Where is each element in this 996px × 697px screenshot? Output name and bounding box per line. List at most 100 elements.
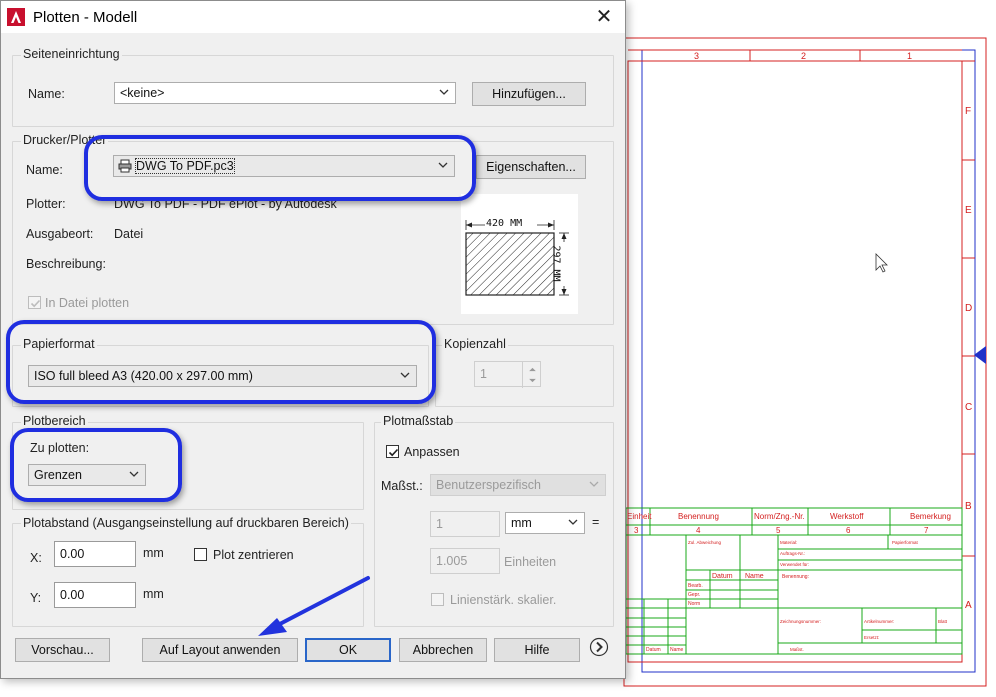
tb-label-ersetzt: Ersetzt: bbox=[864, 635, 879, 640]
what-to-plot-combo[interactable]: Grenzen bbox=[28, 464, 146, 486]
autocad-icon bbox=[7, 8, 25, 26]
add-page-setup-button[interactable]: Hinzufügen... bbox=[472, 82, 586, 106]
copies-input[interactable]: 1 bbox=[474, 361, 541, 388]
scale-equals: = bbox=[592, 515, 600, 529]
fit-to-paper-label: Anpassen bbox=[404, 445, 460, 459]
plot-offset-group bbox=[12, 523, 364, 627]
tb-label-zul-abw: Zul. Abweichung bbox=[688, 540, 722, 545]
offset-y-label: Y: bbox=[30, 591, 42, 605]
scale-unit2: Einheiten bbox=[504, 555, 557, 569]
location-label: Ausgabeort: bbox=[26, 227, 94, 241]
tb-number-5: 5 bbox=[776, 526, 781, 535]
zone-side-A: A bbox=[965, 600, 972, 611]
tb-number-7: 7 bbox=[924, 526, 929, 535]
printer-name-value: DWG To PDF.pc3 bbox=[135, 158, 235, 174]
tb-label-norm: Norm bbox=[688, 601, 700, 607]
page-setup-name-combo[interactable]: <keine> bbox=[114, 82, 456, 104]
scale-value1-input[interactable]: 1 bbox=[430, 511, 500, 537]
copies-value: 1 bbox=[480, 367, 487, 381]
spin-up-icon bbox=[529, 367, 536, 372]
scale-label: Maßst.: bbox=[381, 479, 423, 493]
tb-header-einheit: Einheit bbox=[627, 512, 652, 521]
tb-header-werkstoff: Werkstoff bbox=[830, 512, 864, 521]
close-icon[interactable]: ✕ bbox=[585, 3, 623, 31]
tb-number-4: 4 bbox=[696, 526, 701, 535]
plotter-label: Plotter: bbox=[26, 197, 66, 211]
fit-to-paper-checkbox[interactable] bbox=[386, 445, 399, 458]
center-plot-label: Plot zentrieren bbox=[213, 548, 294, 562]
what-to-plot-label: Zu plotten: bbox=[30, 441, 90, 455]
page-setup-name-value: <keine> bbox=[120, 86, 165, 100]
zone-side-D: D bbox=[965, 303, 972, 314]
chevron-down-icon bbox=[589, 481, 599, 487]
copies-legend: Kopienzahl bbox=[442, 337, 508, 351]
tb-label-auftrags-nr: Auftrags-Nr.: bbox=[780, 551, 805, 556]
centering-marker-icon bbox=[974, 346, 986, 364]
expand-options-icon[interactable] bbox=[589, 637, 609, 657]
zone-side-B: B bbox=[965, 501, 972, 512]
printer-legend: Drucker/Plotter bbox=[21, 133, 109, 147]
printer-icon bbox=[118, 159, 132, 173]
offset-x-unit: mm bbox=[143, 546, 164, 560]
printer-properties-button[interactable]: Eigenschaften... bbox=[476, 155, 586, 179]
plot-dialog: Plotten - Modell ✕ Seiteneinrichtung Nam… bbox=[0, 0, 626, 679]
plot-scale-legend: Plotmaßstab bbox=[381, 414, 456, 428]
ok-button[interactable]: OK bbox=[305, 638, 391, 662]
scale-value: Benutzerspezifisch bbox=[436, 478, 541, 492]
tb-label-datum-bottom: Datum bbox=[646, 647, 661, 653]
offset-y-unit: mm bbox=[143, 587, 164, 601]
offset-x-label: X: bbox=[30, 551, 42, 565]
tb-label-artikelnummer: Artikelnummer: bbox=[864, 619, 894, 624]
plotter-value: DWG To PDF - PDF ePlot - by Autodesk bbox=[114, 197, 337, 211]
scale-value1: 1 bbox=[436, 517, 443, 531]
scale-value2-input[interactable]: 1.005 bbox=[430, 548, 500, 574]
zone-side-E: E bbox=[965, 205, 972, 216]
tb-number-6: 6 bbox=[846, 526, 851, 535]
tb-header-norm: Norm/Zng.-Nr. bbox=[754, 512, 805, 521]
tb-label-name: Name bbox=[745, 573, 764, 580]
scale-unit-combo[interactable]: mm bbox=[505, 512, 585, 534]
center-plot-checkbox[interactable] bbox=[194, 548, 207, 561]
window-title: Plotten - Modell bbox=[33, 9, 138, 26]
title-bar[interactable]: Plotten - Modell ✕ bbox=[1, 1, 625, 33]
zone-top-3: 3 bbox=[694, 51, 699, 61]
offset-y-value: 0.00 bbox=[60, 588, 85, 602]
offset-y-input[interactable]: 0.00 bbox=[54, 582, 136, 608]
page-setup-legend: Seiteneinrichtung bbox=[21, 47, 122, 61]
tb-label-zeichnungsnummer: Zeichnungsnummer: bbox=[780, 619, 821, 624]
scale-combo[interactable]: Benutzerspezifisch bbox=[430, 474, 606, 496]
paper-size-combo[interactable]: ISO full bleed A3 (420.00 x 297.00 mm) bbox=[28, 365, 417, 387]
scale-lineweights-label: Linienstärk. skalier. bbox=[450, 593, 557, 607]
printer-name-label: Name: bbox=[26, 163, 63, 177]
what-to-plot-value: Grenzen bbox=[34, 468, 82, 482]
help-button[interactable]: Hilfe bbox=[494, 638, 580, 662]
preview-button[interactable]: Vorschau... bbox=[15, 638, 110, 662]
copies-spinner[interactable] bbox=[522, 362, 541, 388]
apply-to-layout-button[interactable]: Auf Layout anwenden bbox=[142, 638, 298, 662]
offset-x-input[interactable]: 0.00 bbox=[54, 541, 136, 567]
tb-label-masst: Maßst. bbox=[790, 647, 804, 652]
chevron-down-icon bbox=[400, 372, 410, 378]
page-setup-name-label: Name: bbox=[28, 87, 65, 101]
tb-label-verwendet: Verwendet für: bbox=[780, 562, 809, 567]
paper-size-value: ISO full bleed A3 (420.00 x 297.00 mm) bbox=[34, 369, 253, 383]
paper-size-legend: Papierformat bbox=[21, 337, 97, 351]
chevron-down-icon bbox=[438, 162, 448, 168]
checkmark-icon bbox=[388, 448, 399, 457]
scale-lineweights-checkbox[interactable] bbox=[431, 593, 444, 606]
scale-unit-value: mm bbox=[511, 516, 532, 530]
plot-to-file-checkbox[interactable] bbox=[28, 296, 41, 309]
tb-label-datum: Datum bbox=[712, 573, 733, 580]
zone-side-F: F bbox=[965, 106, 971, 117]
tb-header-bemerkung: Bemerkung bbox=[910, 512, 951, 521]
spin-down-icon bbox=[529, 378, 536, 383]
printer-name-combo[interactable]: DWG To PDF.pc3 bbox=[113, 155, 455, 177]
tb-label-gepr: Gepr. bbox=[688, 592, 700, 598]
tb-label-blatt: Blatt bbox=[938, 619, 948, 624]
preview-width-label: 420 MM bbox=[486, 218, 523, 229]
tb-label-papierformat: Papierformat bbox=[892, 540, 919, 545]
chevron-down-icon bbox=[129, 471, 139, 477]
mouse-cursor-icon bbox=[875, 253, 888, 273]
cancel-button[interactable]: Abbrechen bbox=[399, 638, 487, 662]
preview-height-label: 297 MM bbox=[550, 245, 562, 282]
